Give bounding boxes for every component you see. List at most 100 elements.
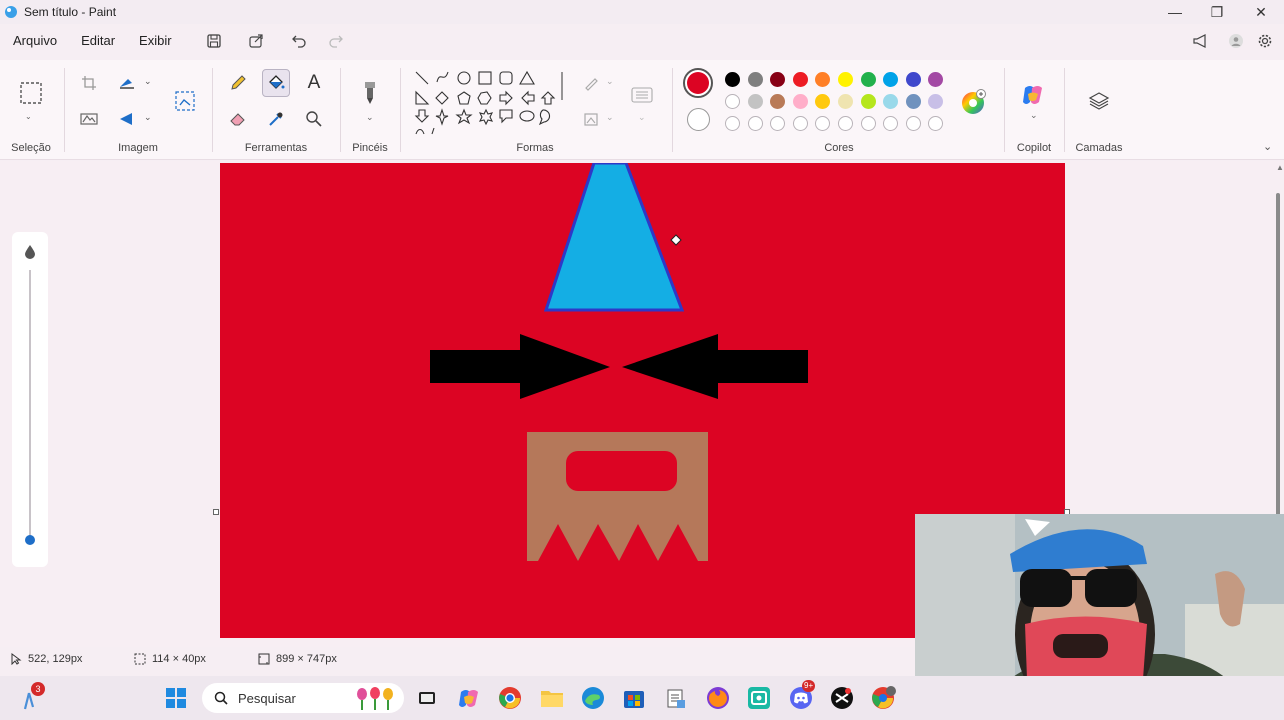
widgets-button[interactable]: 3: [18, 682, 45, 712]
text-tool[interactable]: A: [301, 70, 327, 96]
pencil-tool[interactable]: [225, 70, 251, 96]
save-button[interactable]: [203, 31, 225, 51]
edit-colors-button[interactable]: [960, 88, 988, 116]
undo-button[interactable]: [288, 31, 310, 51]
taskbar-chrome[interactable]: [497, 685, 523, 711]
shape-outline-button[interactable]: [578, 70, 604, 96]
taskbar-firefox[interactable]: [705, 685, 731, 711]
palette-color-swatch[interactable]: [725, 72, 740, 87]
shape-fill-button[interactable]: [578, 106, 604, 132]
restore-button[interactable]: ❐: [1195, 0, 1239, 24]
palette-color-swatch[interactable]: [747, 94, 763, 109]
brush-size-button[interactable]: [629, 82, 655, 108]
custom-color-slot[interactable]: [792, 116, 808, 131]
palette-color-swatch[interactable]: [792, 94, 808, 109]
palette-color-swatch[interactable]: [860, 94, 876, 109]
color-picker-tool[interactable]: [263, 106, 289, 132]
custom-color-slot[interactable]: [770, 116, 786, 131]
palette-color-swatch[interactable]: [905, 72, 921, 87]
palette-color-swatch[interactable]: [815, 94, 831, 109]
black-arrow-right[interactable]: [430, 334, 610, 399]
scroll-up-arrow-icon[interactable]: ▲: [1276, 163, 1284, 172]
shapes-gallery[interactable]: [412, 68, 572, 140]
palette-color-swatch[interactable]: [883, 72, 899, 87]
mouth-rectangle[interactable]: [566, 451, 677, 491]
layers-button[interactable]: [1086, 88, 1112, 114]
eraser-tool[interactable]: [225, 106, 251, 132]
palette-color-swatch[interactable]: [860, 72, 876, 87]
background-removal-button[interactable]: [76, 106, 102, 132]
taskbar-edge[interactable]: [580, 685, 606, 711]
start-button[interactable]: [163, 685, 189, 711]
taskbar-file-explorer[interactable]: [539, 685, 565, 711]
palette-color-swatch[interactable]: [770, 94, 786, 109]
palette-color-swatch[interactable]: [725, 94, 740, 109]
share-button[interactable]: [245, 31, 267, 51]
zoom-slider-track[interactable]: [29, 270, 31, 540]
feedback-button[interactable]: [1190, 31, 1212, 51]
palette-color-swatch[interactable]: [883, 94, 899, 109]
custom-color-slot[interactable]: [905, 116, 921, 131]
palette-color-swatch[interactable]: [792, 72, 808, 87]
shape-outline-chevron-icon[interactable]: ⌄: [606, 76, 614, 87]
settings-button[interactable]: [1254, 31, 1276, 51]
primary-color-button[interactable]: [683, 68, 713, 98]
image-properties-button[interactable]: [172, 88, 198, 114]
taskbar-task-view[interactable]: [414, 685, 440, 711]
custom-color-slot[interactable]: [928, 116, 944, 131]
select-button[interactable]: [18, 80, 44, 106]
resize-button[interactable]: [114, 70, 140, 96]
close-button[interactable]: ✕: [1239, 0, 1283, 24]
blue-triangle-hat[interactable]: [543, 163, 685, 312]
rotate-button[interactable]: [114, 106, 140, 132]
select-chevron-icon[interactable]: ⌄: [25, 112, 32, 121]
taskbar-capcut[interactable]: [829, 685, 855, 711]
taskbar-search-box[interactable]: Pesquisar: [202, 683, 404, 713]
taskbar-copilot[interactable]: [456, 685, 482, 711]
custom-color-slot[interactable]: [883, 116, 899, 131]
ribbon-collapse-chevron-icon[interactable]: ⌄: [1263, 140, 1272, 153]
palette-color-swatch[interactable]: [747, 72, 763, 87]
custom-color-slot[interactable]: [838, 116, 853, 131]
menu-edit[interactable]: Editar: [69, 26, 127, 56]
copilot-group-label: Copilot: [1016, 142, 1052, 154]
resize-chevron-icon[interactable]: ⌄: [144, 76, 152, 87]
rotate-chevron-icon[interactable]: ⌄: [144, 112, 152, 123]
custom-color-slot[interactable]: [860, 116, 876, 131]
taskbar-store[interactable]: [621, 685, 647, 711]
black-arrow-left[interactable]: [622, 334, 808, 399]
brushes-button[interactable]: [357, 78, 383, 108]
zoom-slider-thumb[interactable]: [25, 535, 35, 545]
shape-fill-chevron-icon[interactable]: ⌄: [606, 112, 614, 123]
palette-color-swatch[interactable]: [770, 72, 786, 87]
crop-button[interactable]: [76, 70, 102, 96]
selection-size-icon: [134, 653, 146, 665]
brushes-chevron-icon[interactable]: ⌄: [366, 112, 374, 123]
palette-color-swatch[interactable]: [928, 94, 944, 109]
brush-size-chevron-icon[interactable]: ⌄: [638, 112, 646, 123]
custom-color-slot[interactable]: [725, 116, 740, 131]
palette-color-swatch[interactable]: [838, 72, 853, 87]
palette-color-swatch[interactable]: [905, 94, 921, 109]
taskbar-chrome-profile[interactable]: [871, 685, 897, 711]
taskbar-notepad[interactable]: [663, 685, 689, 711]
magnifier-tool[interactable]: [301, 106, 327, 132]
copilot-button[interactable]: [1020, 82, 1046, 108]
menu-file[interactable]: Arquivo: [1, 26, 69, 56]
canvas-size-status: 899 × 747px: [258, 648, 337, 670]
palette-color-swatch[interactable]: [815, 72, 831, 87]
fill-bucket-tool[interactable]: [262, 69, 290, 97]
palette-color-swatch[interactable]: [928, 72, 944, 87]
taskbar-app-green[interactable]: [746, 685, 772, 711]
custom-color-slot[interactable]: [747, 116, 763, 131]
canvas-resize-handle-left[interactable]: [213, 509, 219, 515]
minimize-button[interactable]: —: [1153, 0, 1197, 24]
secondary-color-button[interactable]: [687, 108, 710, 131]
custom-color-slot[interactable]: [815, 116, 831, 131]
palette-color-swatch[interactable]: [838, 94, 853, 109]
redo-button[interactable]: [325, 31, 347, 51]
copilot-chevron-icon[interactable]: ⌄: [1030, 110, 1038, 121]
taskbar-discord[interactable]: 9+: [788, 680, 816, 711]
menu-view[interactable]: Exibir: [127, 26, 184, 56]
account-button[interactable]: [1225, 31, 1247, 51]
